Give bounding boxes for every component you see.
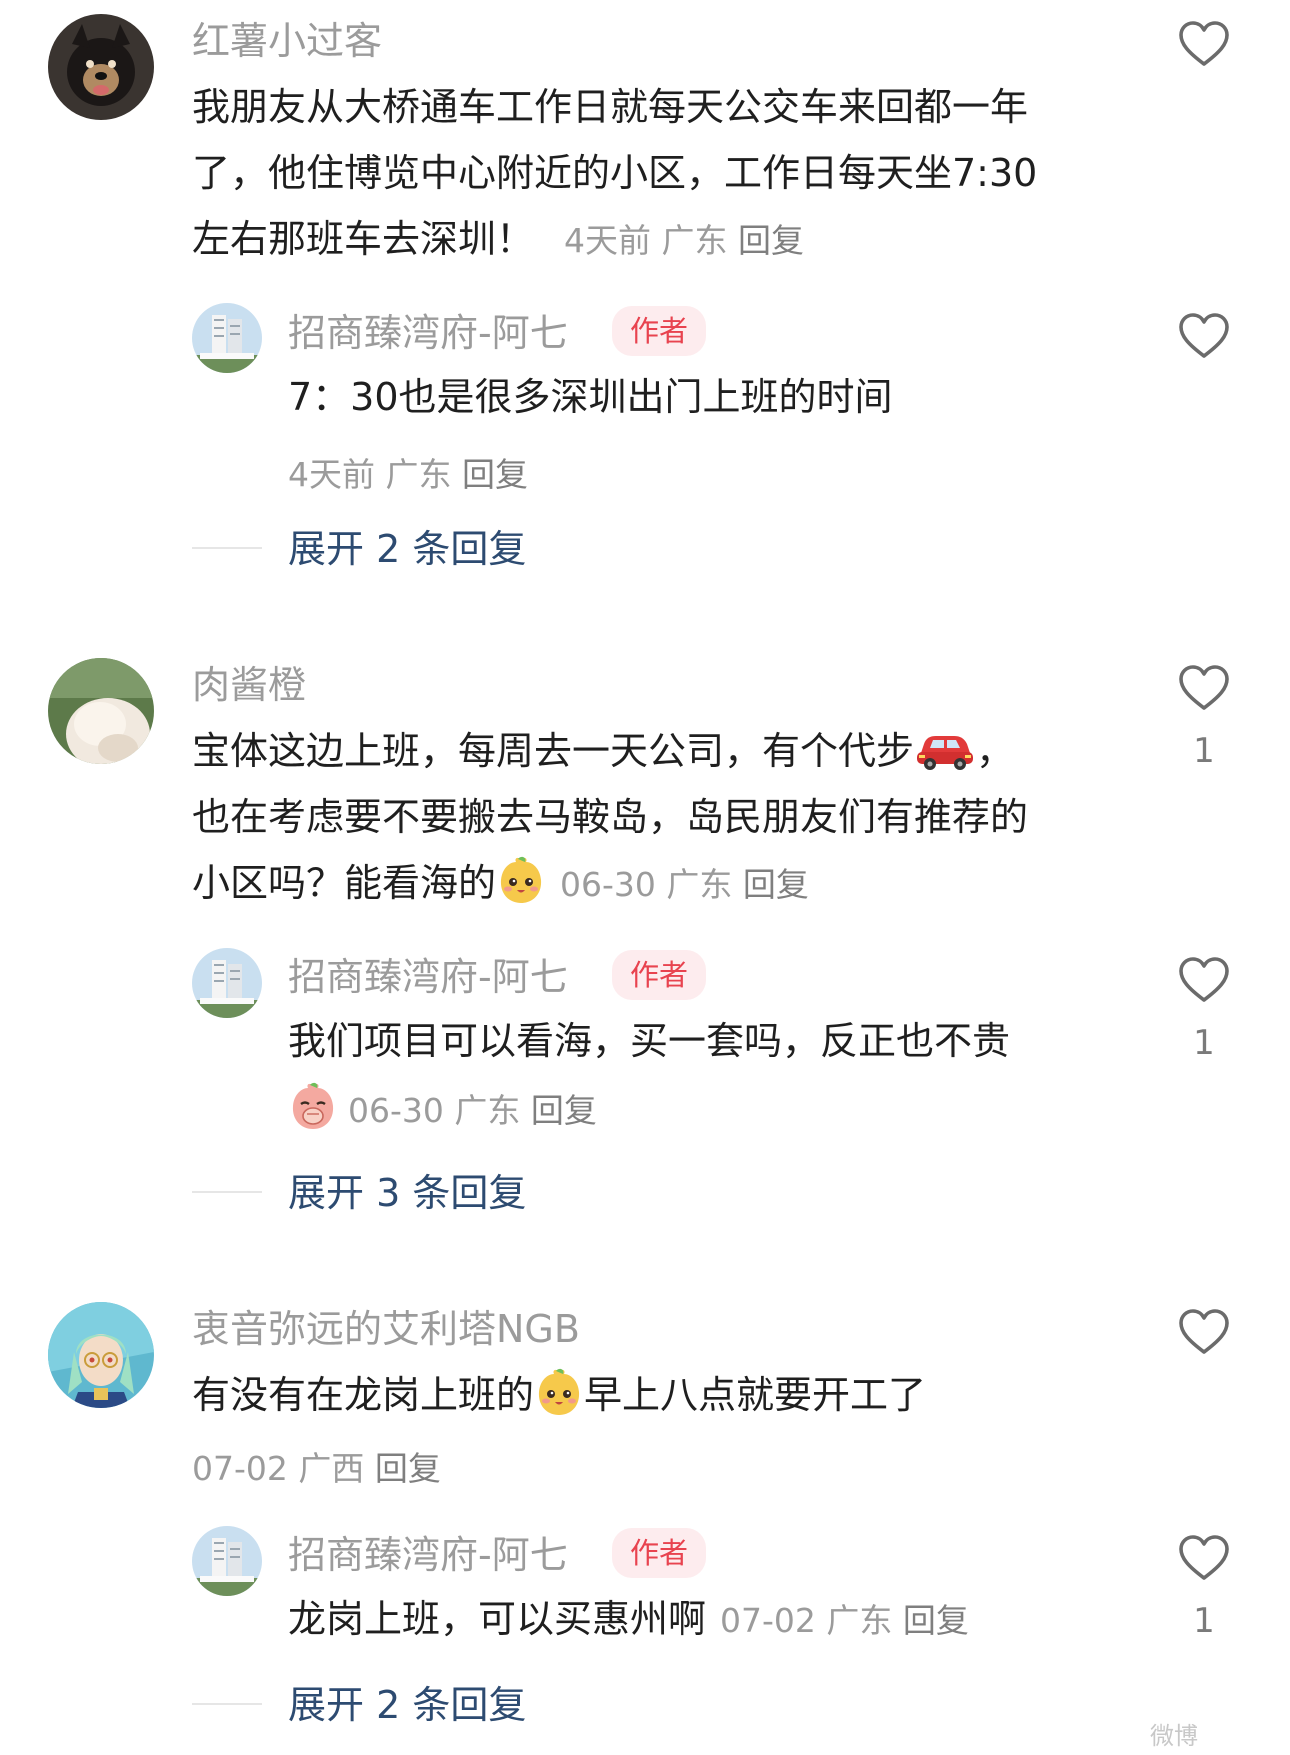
reply-time: 4天前 <box>288 455 375 494</box>
author-avatar[interactable] <box>192 948 262 1018</box>
reply-location: 广东 <box>826 1601 893 1640</box>
author-badge: 作者 <box>612 1528 707 1578</box>
comment-text: 我朋友从大桥通车工作日就每天公交车来回都一年 了，他住博览中心附近的小区，工作日… <box>192 74 1112 274</box>
like-count: 1 <box>1193 1601 1215 1641</box>
red-car-emoji-icon <box>914 726 976 772</box>
like-heart-icon[interactable] <box>1178 20 1230 68</box>
reply-time: 06-30 <box>348 1091 444 1130</box>
like-count: 1 <box>1193 1023 1215 1063</box>
like-count: 1 <box>1193 731 1215 771</box>
reply-username[interactable]: 招商臻湾府-阿七 <box>288 958 568 996</box>
user-avatar[interactable] <box>48 1302 154 1408</box>
comment-text: 有没有在龙岗上班的 早上八点就要开工了 <box>192 1362 1112 1428</box>
comment-meta: 4天前 广东 回复 <box>564 221 804 260</box>
reply-time: 07-02 <box>720 1601 816 1640</box>
comment-text-line: 了，他住博览中心附近的小区，工作日每天坐7:30 <box>192 151 1038 195</box>
reply-text: 7：30也是很多深圳出门上班的时间 <box>288 375 893 419</box>
reply-button[interactable]: 回复 <box>531 1091 597 1130</box>
reply-username[interactable]: 招商臻湾府-阿七 <box>288 1536 568 1574</box>
comment-time: 06-30 <box>560 865 656 904</box>
author-badge: 作者 <box>612 306 707 356</box>
reply-button[interactable]: 回复 <box>462 455 528 494</box>
reply-button[interactable]: 回复 <box>738 221 804 260</box>
divider <box>192 1191 262 1193</box>
reply-username[interactable]: 招商臻湾府-阿七 <box>288 314 568 352</box>
reply-location: 广东 <box>385 455 452 494</box>
reply-location: 广东 <box>454 1091 521 1130</box>
cute-face-emoji-icon <box>496 856 546 906</box>
like-heart-icon[interactable] <box>1178 1534 1230 1582</box>
cute-face-emoji-icon <box>534 1368 584 1418</box>
like-heart-icon[interactable] <box>1178 664 1230 712</box>
expand-replies-button[interactable]: 展开 2 条回复 <box>288 1686 526 1724</box>
user-avatar[interactable] <box>48 658 154 764</box>
comment-text-line: 左右那班车去深圳！ 4天前 广东 回复 <box>192 217 805 261</box>
author-badge: 作者 <box>612 950 707 1000</box>
comment-text-line: 也在考虑要不要搬去马鞍岛，岛民朋友们有推荐的 <box>192 795 1029 839</box>
reply-meta: 07-02 广东 回复 <box>720 1601 969 1640</box>
author-avatar[interactable] <box>192 303 262 373</box>
comment-username[interactable]: 肉酱橙 <box>192 666 306 704</box>
expand-replies-button[interactable]: 展开 3 条回复 <box>288 1174 526 1212</box>
reply-button[interactable]: 回复 <box>743 865 809 904</box>
divider <box>192 1703 262 1705</box>
comment-text-line: 有没有在龙岗上班的 早上八点就要开工了 <box>192 1362 1112 1428</box>
reply-text: 龙岗上班，可以买惠州啊 07-02 广东 回复 <box>288 1597 969 1641</box>
reply-meta: 4天前 广东 回复 <box>288 448 528 496</box>
comment-text-line: 宝体这边上班，每周去一天公司，有个代步， <box>192 718 1112 784</box>
reply-meta: 06-30 广东 回复 <box>288 1082 597 1132</box>
comment-meta: 06-30 广东 回复 <box>560 865 809 904</box>
comment-location: 广东 <box>666 865 733 904</box>
reply-text: 我们项目可以看海，买一套吗，反正也不贵 <box>288 1019 1011 1063</box>
reply-button[interactable]: 回复 <box>375 1449 441 1488</box>
watermark: 微博 <box>1150 1722 1198 1750</box>
like-heart-icon[interactable] <box>1178 956 1230 1004</box>
comment-username[interactable]: 红薯小过客 <box>192 22 382 60</box>
like-heart-icon[interactable] <box>1178 312 1230 360</box>
covering-mouth-emoji-icon <box>288 1082 338 1132</box>
comment-text: 宝体这边上班，每周去一天公司，有个代步， 也在考虑要不要搬去马鞍岛，岛民朋友们有… <box>192 718 1112 918</box>
comment-meta: 07-02 广西 回复 <box>192 1442 441 1490</box>
comment-text-line: 我朋友从大桥通车工作日就每天公交车来回都一年 <box>192 85 1029 129</box>
expand-replies-button[interactable]: 展开 2 条回复 <box>288 530 526 568</box>
author-avatar[interactable] <box>192 1526 262 1596</box>
comment-time: 07-02 <box>192 1449 288 1488</box>
comment-location: 广西 <box>298 1449 365 1488</box>
user-avatar[interactable] <box>48 14 154 120</box>
like-heart-icon[interactable] <box>1178 1308 1230 1356</box>
divider <box>192 547 262 549</box>
comment-text-line: 小区吗？能看海的 06-30 广东 回复 <box>192 850 1112 918</box>
comment-username[interactable]: 衷音弥远的艾利塔NGB <box>192 1310 580 1348</box>
comment-time: 4天前 <box>564 221 652 260</box>
reply-button[interactable]: 回复 <box>903 1601 969 1640</box>
comment-location: 广东 <box>661 221 728 260</box>
